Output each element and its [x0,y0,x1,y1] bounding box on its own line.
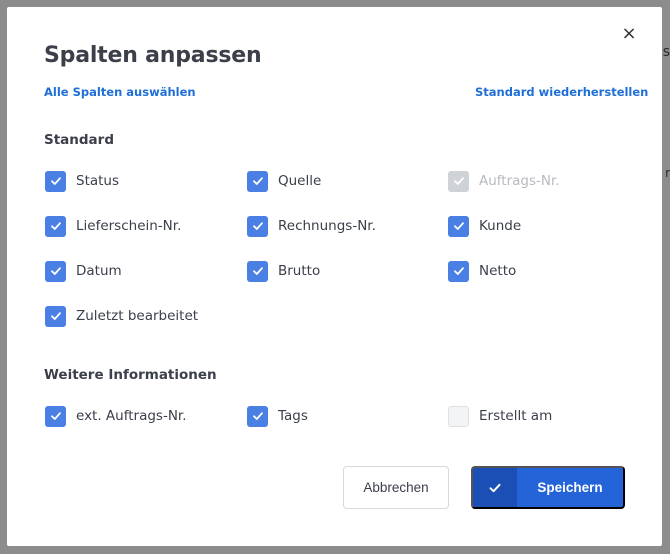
checkbox-checked[interactable] [45,170,66,192]
check-icon [453,267,464,275]
column-option-quelle[interactable]: Quelle [247,170,321,192]
check-icon [453,222,464,230]
section-title-weitere-informationen: Weitere Informationen [44,367,217,383]
column-option-tags[interactable]: Tags [247,405,308,427]
backdrop-edge-text: s [662,44,670,60]
checkbox-checked[interactable] [247,215,268,237]
column-option-ext-auftrags-nr[interactable]: ext. Auftrags-Nr. [45,405,187,427]
checkbox-checked[interactable] [247,405,268,427]
check-icon [252,177,263,185]
checkbox-checked[interactable] [45,305,66,327]
checkbox-checked[interactable] [448,260,469,282]
column-option-label: Zuletzt bearbeitet [76,308,199,324]
checkbox-checked[interactable] [247,260,268,282]
checkbox-checked[interactable] [247,170,268,192]
column-option-label: Netto [479,263,517,279]
cancel-button[interactable]: Abbrechen [343,466,449,509]
column-option-datum[interactable]: Datum [45,260,122,282]
check-icon [252,412,263,420]
check-icon [50,312,61,320]
column-option-netto[interactable]: Netto [448,260,516,282]
column-option-erstellt-am[interactable]: Erstellt am [448,405,552,427]
column-option-zuletzt-bearbeitet[interactable]: Zuletzt bearbeitet [45,305,198,327]
column-option-kunde[interactable]: Kunde [448,215,521,237]
column-option-label: ext. Auftrags-Nr. [76,408,187,424]
column-option-label: Brutto [278,263,321,279]
column-option-label: Lieferschein-Nr. [76,218,182,234]
check-icon [453,177,464,185]
check-icon [50,412,61,420]
column-option-rechnungs-nr[interactable]: Rechnungs-Nr. [247,215,376,237]
reset-defaults-link[interactable]: Standard wiederherstellen [475,85,648,99]
customize-columns-dialog: × Spalten anpassen Alle Spalten auswähle… [7,7,662,546]
column-option-label: Datum [76,263,122,279]
checkbox-checked[interactable] [448,215,469,237]
checkbox-unchecked[interactable] [448,405,469,427]
save-button-label: Speichern [537,480,603,495]
column-option-label: Rechnungs-Nr. [278,218,376,234]
column-option-label: Tags [278,408,308,424]
column-option-label: Kunde [479,218,522,234]
check-icon [50,267,61,275]
column-option-label: Erstellt am [479,408,553,424]
checkbox-checked[interactable] [45,260,66,282]
close-icon[interactable]: × [619,24,639,44]
column-option-status[interactable]: Status [45,170,119,192]
check-icon [50,177,61,185]
column-option-brutto[interactable]: Brutto [247,260,320,282]
checkbox-checked[interactable] [45,405,66,427]
check-icon [50,222,61,230]
checkbox-checked[interactable] [45,215,66,237]
select-all-link[interactable]: Alle Spalten auswählen [44,85,196,99]
column-option-label: Status [76,173,120,189]
column-option-auftrags-nr: Auftrags-Nr. [448,170,560,192]
backdrop-edge-text: r [665,166,670,180]
column-option-label: Quelle [278,173,322,189]
section-title-standard: Standard [44,132,114,148]
check-icon [252,267,263,275]
dialog-title: Spalten anpassen [44,43,262,68]
check-icon [252,222,263,230]
checkbox-disabled [448,170,469,192]
check-icon [473,468,517,507]
column-option-label: Auftrags-Nr. [479,173,560,189]
save-button[interactable]: Speichern [471,466,625,509]
column-option-lieferschein-nr[interactable]: Lieferschein-Nr. [45,215,181,237]
